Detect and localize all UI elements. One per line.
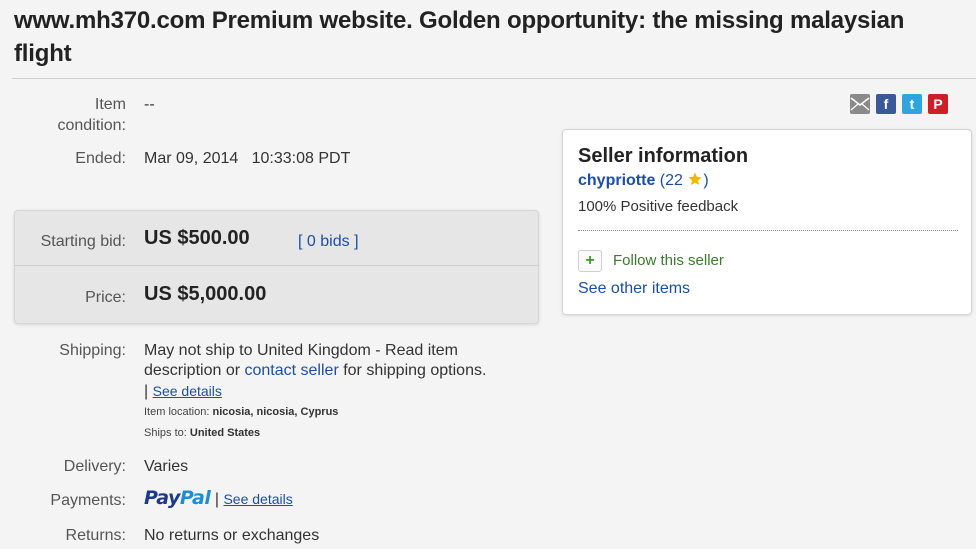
- payments-see-details-link[interactable]: See details: [223, 491, 292, 507]
- share-bar: f t P: [850, 94, 948, 114]
- returns-value: No returns or exchanges: [144, 527, 320, 544]
- pipe-divider: |: [144, 383, 149, 400]
- shipping-line2: description or contact seller for shippi…: [144, 360, 486, 381]
- bids-bracket-close: ]: [354, 233, 359, 250]
- feedback-score-link[interactable]: 22: [665, 172, 683, 189]
- starting-bid-value: US $500.00: [144, 227, 250, 249]
- condition-label-line1: Item: [94, 96, 126, 113]
- bid-price-divider: [14, 265, 539, 266]
- shipping-line2-post: for shipping options.: [338, 362, 487, 379]
- ships-to-label: Ships to:: [144, 427, 187, 439]
- email-icon[interactable]: [850, 94, 870, 114]
- condition-label: Item condition:: [12, 94, 127, 136]
- title-divider: [12, 78, 976, 79]
- see-other-items-link[interactable]: See other items: [578, 280, 690, 298]
- condition-value: --: [144, 96, 155, 113]
- seller-name-row: chypriotte (22 ): [578, 171, 709, 192]
- paypal-pal: Pal: [179, 487, 211, 509]
- shipping-line1: May not ship to United Kingdom - Read it…: [144, 342, 458, 359]
- star-icon: [687, 171, 703, 192]
- price-value: US $5,000.00: [144, 283, 267, 305]
- bids-bracket-open: [: [298, 233, 303, 250]
- pinterest-icon[interactable]: P: [928, 94, 948, 114]
- item-location-label: Item location:: [144, 406, 210, 418]
- starting-bid-label: Starting bid:: [40, 233, 126, 250]
- contact-seller-link[interactable]: contact seller: [245, 362, 339, 379]
- follow-seller-link[interactable]: Follow this seller: [613, 252, 724, 269]
- shipping-label: Shipping:: [59, 342, 126, 359]
- paypal-logo: PayPal: [144, 487, 211, 509]
- shipping-line2-pre: description or: [144, 362, 245, 379]
- condition-label-line2: condition:: [57, 117, 127, 134]
- seller-info-panel: Seller information chypriotte (22 ) 100%…: [562, 129, 972, 315]
- feedback-close: ): [703, 172, 709, 189]
- bids-count: [ 0 bids ]: [298, 231, 359, 252]
- price-label: Price:: [85, 289, 126, 306]
- facebook-icon[interactable]: f: [876, 94, 896, 114]
- seller-name-link[interactable]: chypriotte: [578, 172, 655, 189]
- positive-feedback: 100% Positive feedback: [578, 198, 739, 215]
- item-location: Item location: nicosia, nicosia, Cyprus: [144, 406, 338, 418]
- payments-label: Payments:: [50, 492, 126, 509]
- follow-plus-icon[interactable]: +: [578, 250, 602, 272]
- twitter-icon[interactable]: t: [902, 94, 922, 114]
- ended-time: 10:33:08 PDT: [251, 150, 351, 167]
- ended-date: Mar 09, 2014: [144, 150, 239, 167]
- ended-label: Ended:: [75, 150, 126, 167]
- returns-label: Returns:: [65, 527, 126, 544]
- ships-to: Ships to: United States: [144, 427, 260, 439]
- seller-divider: [578, 230, 958, 231]
- ended-value: Mar 09, 2014 10:33:08 PDT: [144, 148, 350, 169]
- seller-info-heading: Seller information: [578, 145, 749, 167]
- ships-to-value: United States: [189, 427, 261, 439]
- shipping-details: | See details: [144, 381, 222, 402]
- delivery-value: Varies: [144, 458, 189, 475]
- item-location-value: nicosia, nicosia, Cyprus: [212, 406, 339, 418]
- pipe-divider: |: [214, 491, 219, 508]
- payments-value: PayPal | See details: [144, 488, 293, 510]
- delivery-label: Delivery:: [63, 458, 126, 475]
- paypal-pay: Pay: [144, 487, 180, 509]
- listing-title: www.mh370.com Premium website. Golden op…: [14, 7, 905, 67]
- shipping-see-details-link[interactable]: See details: [153, 383, 222, 399]
- bids-link[interactable]: 0 bids: [307, 233, 350, 250]
